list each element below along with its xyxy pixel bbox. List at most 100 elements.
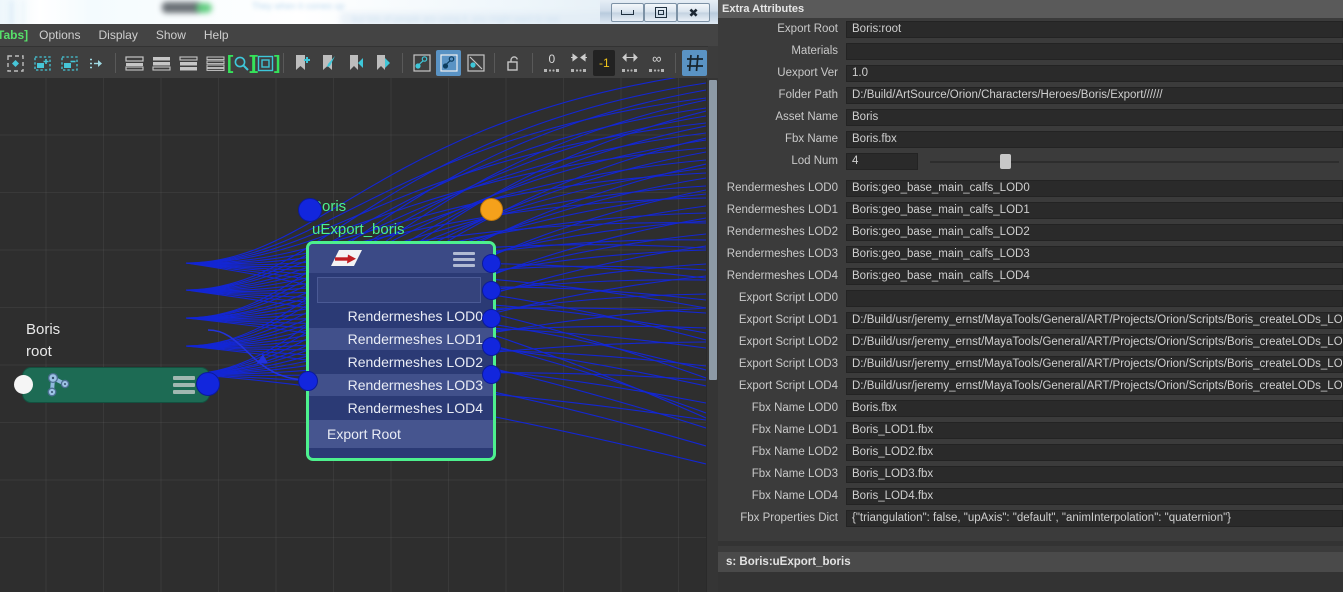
source-node-input-port[interactable] bbox=[14, 375, 33, 394]
remove-selected-icon[interactable] bbox=[57, 50, 82, 76]
grid-snap-icon[interactable] bbox=[682, 50, 708, 76]
export-node-row-lod2-label: Rendermeshes LOD2 bbox=[347, 354, 483, 370]
frame-selected-icon[interactable] bbox=[257, 50, 275, 76]
window-restore-button[interactable] bbox=[644, 3, 677, 22]
menu-item-tabs[interactable]: Tabs] bbox=[0, 26, 30, 44]
export-node-row-export-root[interactable]: Export Root bbox=[309, 420, 493, 448]
attribute-label: Uexport Ver bbox=[777, 67, 838, 79]
frame-all-icon[interactable] bbox=[3, 50, 28, 76]
depth-infinite-icon[interactable]: ∞ bbox=[644, 50, 669, 76]
export-node-input-port-top[interactable] bbox=[298, 198, 322, 222]
bookmark-add-icon[interactable] bbox=[290, 50, 315, 76]
attribute-label: Export Script LOD4 bbox=[738, 380, 838, 392]
attribute-value-input[interactable]: D:/Build/usr/jeremy_ernst/MayaTools/Gene… bbox=[846, 355, 1343, 373]
attribute-value-input[interactable]: D:/Build/ArtSource/Orion/Characters/Hero… bbox=[846, 86, 1343, 104]
attribute-value-text: {"triangulation": false, "upAxis": "defa… bbox=[852, 512, 1232, 524]
attribute-label: Rendermeshes LOD3 bbox=[726, 248, 838, 260]
attribute-value-input[interactable]: Boris_LOD1.fbx bbox=[846, 421, 1343, 439]
bookmark-edit-icon[interactable] bbox=[317, 50, 342, 76]
export-node-input-port-root[interactable] bbox=[298, 371, 318, 391]
attribute-value-input[interactable]: Boris:geo_base_main_calfs_LOD2 bbox=[846, 223, 1343, 241]
attribute-value-input[interactable]: Boris:root bbox=[846, 20, 1343, 38]
add-selected-icon[interactable] bbox=[30, 50, 55, 76]
output-connections-icon[interactable] bbox=[463, 50, 488, 76]
depth-expand-icon[interactable] bbox=[617, 50, 642, 76]
attribute-value-input[interactable]: Boris.fbx bbox=[846, 130, 1343, 148]
export-node-output-port-lod1[interactable] bbox=[482, 281, 501, 300]
export-node-row-lod3[interactable]: Rendermeshes LOD3 bbox=[309, 374, 493, 396]
attribute-slider[interactable] bbox=[924, 153, 1343, 170]
attribute-value-input[interactable]: Boris:geo_base_main_calfs_LOD4 bbox=[846, 267, 1343, 285]
export-node-row-lod2[interactable]: Rendermeshes LOD2 bbox=[309, 351, 493, 373]
menu-item-options[interactable]: Options bbox=[30, 26, 89, 44]
export-node-output-port-lod3[interactable] bbox=[482, 337, 501, 356]
attribute-value-text: Boris.fbx bbox=[852, 402, 897, 414]
export-node-row-lod4[interactable]: Rendermeshes LOD4 bbox=[309, 397, 493, 419]
export-node-row-lod0[interactable]: Rendermeshes LOD0 bbox=[309, 305, 493, 327]
attribute-value-input[interactable]: Boris_LOD3.fbx bbox=[846, 465, 1343, 483]
attribute-value-input[interactable]: Boris_LOD4.fbx bbox=[846, 487, 1343, 505]
attribute-value-input[interactable]: {"triangulation": false, "upAxis": "defa… bbox=[846, 509, 1343, 527]
input-connections-icon[interactable] bbox=[409, 50, 434, 76]
attribute-value-input[interactable]: Boris:geo_base_main_calfs_LOD3 bbox=[846, 245, 1343, 263]
attribute-label: Fbx Name LOD0 bbox=[751, 402, 838, 414]
attribute-value-input[interactable]: D:/Build/usr/jeremy_ernst/MayaTools/Gene… bbox=[846, 333, 1343, 351]
window-close-button[interactable]: ✖ bbox=[677, 3, 710, 22]
depth-zero-icon[interactable]: 0 bbox=[539, 50, 564, 76]
export-node-output-port-top[interactable] bbox=[480, 198, 503, 221]
attribute-label: Fbx Properties Dict bbox=[740, 512, 838, 524]
layout-rows-icon[interactable] bbox=[122, 50, 147, 76]
attribute-value-input[interactable]: Boris bbox=[846, 108, 1343, 126]
graph-scrollbar-thumb[interactable] bbox=[709, 80, 717, 380]
layout-rows2-icon[interactable] bbox=[149, 50, 174, 76]
input-output-connections-icon[interactable] bbox=[436, 50, 462, 76]
attribute-value-input[interactable]: 4 bbox=[846, 152, 918, 170]
export-node-uexport-boris[interactable]: Rendermeshes LOD0 Rendermeshes LOD1 Rend… bbox=[306, 241, 496, 461]
attribute-value-input[interactable]: D:/Build/usr/jeremy_ernst/MayaTools/Gene… bbox=[846, 311, 1343, 329]
navigate-right-icon[interactable] bbox=[84, 50, 109, 76]
attribute-value-input[interactable]: Boris:geo_base_main_calfs_LOD1 bbox=[846, 201, 1343, 219]
close-icon: ✖ bbox=[688, 5, 699, 20]
attribute-label: Fbx Name LOD4 bbox=[751, 490, 838, 502]
attribute-value-text: D:/Build/usr/jeremy_ernst/MayaTools/Gene… bbox=[852, 380, 1343, 392]
layout-rows3-icon[interactable] bbox=[176, 50, 201, 76]
attribute-editor-status-text: s: Boris:uExport_boris bbox=[726, 556, 851, 568]
attribute-value-input[interactable] bbox=[846, 289, 1343, 307]
attribute-value-text: D:/Build/usr/jeremy_ernst/MayaTools/Gene… bbox=[852, 358, 1343, 370]
export-node-row-lod1-label: Rendermeshes LOD1 bbox=[347, 331, 483, 347]
export-node-output-port-lod2[interactable] bbox=[482, 309, 501, 328]
depth-minus-one-icon[interactable]: -1 bbox=[593, 50, 616, 76]
attribute-value-input[interactable] bbox=[846, 42, 1343, 60]
attribute-value-input[interactable]: 1.0 bbox=[846, 64, 1343, 82]
attribute-value-input[interactable]: D:/Build/usr/jeremy_ernst/MayaTools/Gene… bbox=[846, 377, 1343, 395]
depth-in-icon[interactable] bbox=[566, 50, 591, 76]
bookmark-prev-icon[interactable] bbox=[344, 50, 369, 76]
export-node-name-slot[interactable] bbox=[317, 277, 481, 303]
skeleton-joint-icon bbox=[47, 372, 70, 397]
layout-rows4-icon[interactable] bbox=[203, 50, 228, 76]
background-blob-green bbox=[196, 3, 212, 13]
menu-item-help[interactable]: Help bbox=[195, 26, 238, 44]
export-node-output-port-lod4[interactable] bbox=[482, 365, 501, 384]
attribute-row: Export Script LOD2 D:/Build/usr/jeremy_er… bbox=[718, 331, 1343, 353]
menu-item-show[interactable]: Show bbox=[147, 26, 195, 44]
node-graph-canvas[interactable]: Boris root Boris uExport_boris Rendermes… bbox=[0, 78, 706, 592]
attribute-value-input[interactable]: Boris.fbx bbox=[846, 399, 1343, 417]
attribute-slider-knob[interactable] bbox=[1000, 153, 1011, 169]
attribute-value-text: D:/Build/usr/jeremy_ernst/MayaTools/Gene… bbox=[852, 314, 1343, 326]
attribute-value-input[interactable]: Boris:geo_base_main_calfs_LOD0 bbox=[846, 179, 1343, 197]
attribute-value-text: Boris:root bbox=[852, 23, 902, 35]
export-node-output-port-lod0[interactable] bbox=[482, 254, 501, 273]
attribute-label: Rendermeshes LOD4 bbox=[726, 270, 838, 282]
menu-item-display[interactable]: Display bbox=[89, 26, 146, 44]
source-node-boris-root[interactable] bbox=[22, 367, 210, 403]
source-node-output-port[interactable] bbox=[196, 372, 220, 396]
unlock-icon[interactable] bbox=[501, 50, 526, 76]
bookmark-next-icon[interactable] bbox=[371, 50, 396, 76]
attribute-value-text: Boris_LOD3.fbx bbox=[852, 468, 934, 480]
attribute-value-input[interactable]: Boris_LOD2.fbx bbox=[846, 443, 1343, 461]
window-minimize-button[interactable] bbox=[611, 3, 644, 22]
attribute-editor-divider bbox=[718, 541, 1343, 546]
export-node-row-lod1[interactable]: Rendermeshes LOD1 bbox=[309, 328, 493, 350]
search-icon[interactable] bbox=[232, 50, 250, 76]
